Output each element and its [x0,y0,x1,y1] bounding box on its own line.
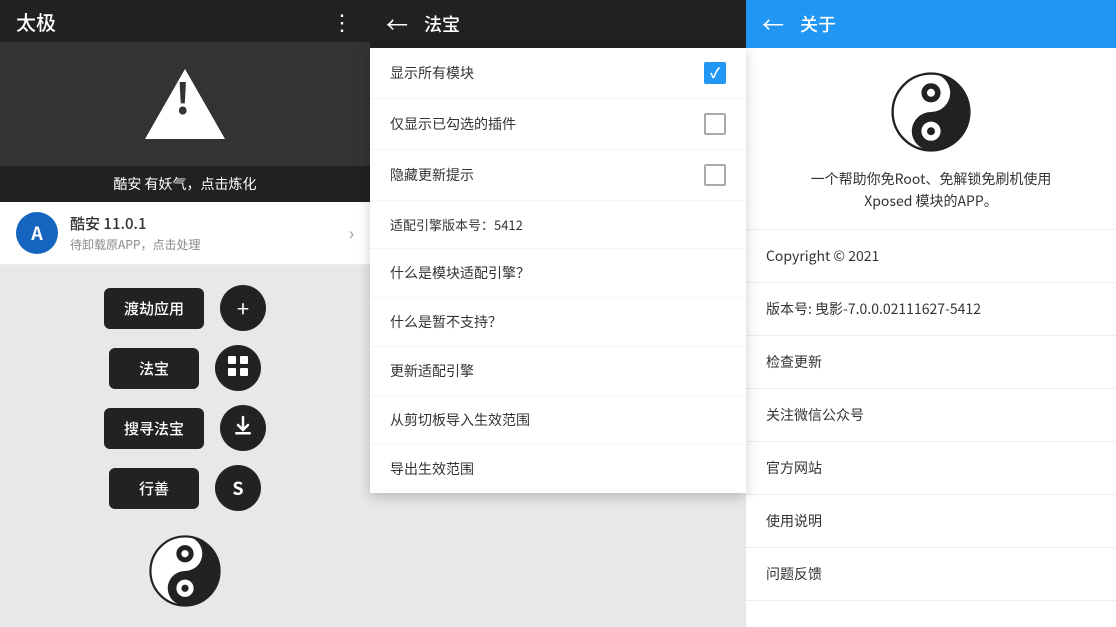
app-info: 酷安 11.0.1 待卸载原APP，点击处理 [70,213,349,253]
improve-button[interactable]: 行善 [109,468,199,509]
left-header: 太极 ⋮ [0,0,370,42]
dropdown-item-what-compat[interactable]: 什么是模块适配引擎？ [370,249,746,298]
s-icon: S [232,475,243,501]
migrate-row: 渡劫应用 + [104,285,266,331]
about-description: 一个帮助你免Root、免解锁免刷机使用Xposed 模块的APP。 [811,168,1052,213]
dropdown-item-update-engine[interactable]: 更新适配引擎 [370,347,746,396]
middle-back-button[interactable]: ← [386,8,408,40]
grid-icon [227,352,249,384]
left-panel: 太极 ⋮ 酷安 有妖气，点击炼化 A 酷安 11.0.1 待卸载原APP，点击处… [0,0,370,627]
yin-yang-logo [149,535,221,607]
about-content: 一个帮助你免Root、免解锁免刷机使用Xposed 模块的APP。 [746,48,1116,230]
dropdown-item-show-selected[interactable]: 仅显示已勾选的插件 [370,99,746,150]
app-icon: A [16,212,58,254]
app-row[interactable]: A 酷安 11.0.1 待卸载原APP，点击处理 › [0,202,370,265]
hide-update-label: 隐藏更新提示 [390,165,474,185]
app-name: 酷安 11.0.1 [70,213,349,234]
migrate-plus-button[interactable]: + [220,285,266,331]
fabao-row: 法宝 [109,345,261,391]
what-unsupport-label: 什么是暂不支持？ [390,312,502,332]
what-compat-label: 什么是模块适配引擎？ [390,263,530,283]
import-clipboard-label: 从剪切板导入生效范围 [390,410,530,430]
warning-icon [145,69,225,139]
search-row: 搜寻法宝 [104,405,266,451]
export-range-label: 导出生效范围 [390,459,474,479]
dropdown-item-hide-update[interactable]: 隐藏更新提示 [370,150,746,201]
compat-version-label: 适配引擎版本号：5412 [390,215,523,234]
show-selected-label: 仅显示已勾选的插件 [390,114,516,134]
right-back-button[interactable]: ← [762,8,784,40]
update-engine-label: 更新适配引擎 [390,361,474,381]
about-list: Copyright © 2021 版本号: 曳影-7.0.0.02111627-… [746,230,1116,601]
check-update-item[interactable]: 检查更新 [746,336,1116,389]
wechat-item[interactable]: 关注微信公众号 [746,389,1116,442]
improve-icon-button[interactable]: S [215,465,261,511]
about-yin-yang-icon [891,72,971,152]
show-selected-checkbox[interactable] [704,113,726,135]
dropdown-item-show-all[interactable]: 显示所有模块 [370,48,746,99]
dropdown-item-what-unsupport[interactable]: 什么是暂不支持？ [370,298,746,347]
more-options-button[interactable]: ⋮ [331,5,354,37]
website-item[interactable]: 官方网站 [746,442,1116,495]
middle-header: ← 法宝 [370,0,746,48]
left-title: 太极 [16,7,56,36]
more-item[interactable]: 问题反馈 [746,548,1116,601]
warning-text[interactable]: 酷安 有妖气，点击炼化 [0,166,370,202]
right-panel: ← 关于 一个帮助你免Root、免解锁免刷机使用Xposed 模块的APP。 C… [746,0,1116,627]
app-status: 待卸载原APP，点击处理 [70,236,349,253]
right-header: ← 关于 [746,0,1116,48]
dropdown-item-export-range[interactable]: 导出生效范围 [370,445,746,493]
show-all-checkbox[interactable] [704,62,726,84]
show-all-label: 显示所有模块 [390,63,474,83]
plus-icon: + [237,292,249,324]
download-button[interactable] [220,405,266,451]
migrate-button[interactable]: 渡劫应用 [104,288,204,329]
search-button[interactable]: 搜寻法宝 [104,408,204,449]
fabao-button[interactable]: 法宝 [109,348,199,389]
dropdown-item-compat-version: 适配引擎版本号：5412 [370,201,746,249]
hide-update-checkbox[interactable] [704,164,726,186]
copyright-item: Copyright © 2021 [746,230,1116,283]
middle-panel: ← 法宝 钉钉助手 钉钉工具 显 [370,0,746,627]
app-arrow-icon: › [349,220,354,246]
main-buttons: 渡劫应用 + 法宝 搜寻法宝 [0,265,370,627]
manual-item[interactable]: 使用说明 [746,495,1116,548]
improve-row: 行善 S [109,465,261,511]
app-icon-letter: A [31,220,43,246]
fabao-grid-button[interactable] [215,345,261,391]
dropdown-menu: 显示所有模块 仅显示已勾选的插件 隐藏更新提示 适配引擎版本号：5412 什么是… [370,48,746,493]
version-item: 版本号: 曳影-7.0.0.02111627-5412 [746,283,1116,336]
warning-banner [0,42,370,166]
right-title: 关于 [800,11,836,37]
middle-title: 法宝 [424,11,460,37]
download-icon [232,412,254,444]
dropdown-item-import-clipboard[interactable]: 从剪切板导入生效范围 [370,396,746,445]
